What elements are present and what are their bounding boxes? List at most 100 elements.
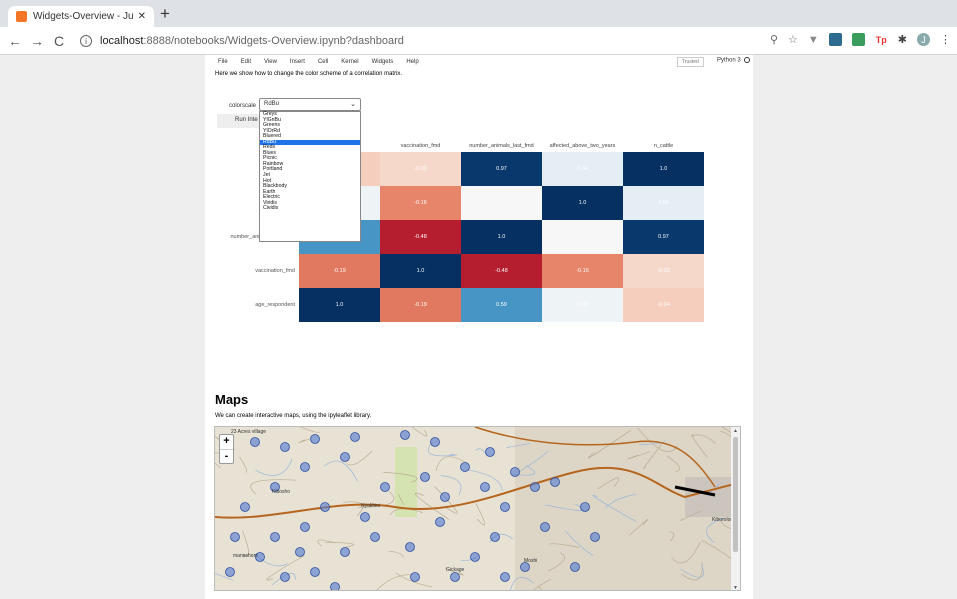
map-tiles[interactable] <box>215 427 741 591</box>
map-marker[interactable] <box>540 522 550 532</box>
map-marker[interactable] <box>450 572 460 582</box>
heatmap-cell[interactable]: -0.48 <box>380 220 461 254</box>
menu-widgets[interactable]: Widgets <box>372 59 394 65</box>
map-marker[interactable] <box>225 567 235 577</box>
heatmap-cell[interactable]: 0.02 <box>542 288 623 322</box>
new-tab-button[interactable]: + <box>160 4 170 24</box>
scrollbar-thumb[interactable] <box>733 437 738 552</box>
forward-icon[interactable]: → <box>26 33 48 49</box>
heatmap-cell[interactable]: -0.19 <box>299 254 380 288</box>
output-scrollbar[interactable]: ▲ ▼ <box>731 427 740 590</box>
map-marker[interactable] <box>550 477 560 487</box>
reload-icon[interactable]: C <box>48 33 70 49</box>
map-marker[interactable] <box>435 517 445 527</box>
menu-view[interactable]: View <box>264 59 277 65</box>
heatmap-cell[interactable]: -0.48 <box>461 254 542 288</box>
map-marker[interactable] <box>580 502 590 512</box>
map-marker[interactable] <box>320 502 330 512</box>
heatmap-cell[interactable]: 1.0 <box>623 152 704 186</box>
extension-icon[interactable] <box>851 33 865 46</box>
map-marker[interactable] <box>295 547 305 557</box>
map-marker[interactable] <box>330 582 340 592</box>
map-marker[interactable] <box>280 572 290 582</box>
map-marker[interactable] <box>500 572 510 582</box>
map-marker[interactable] <box>370 532 380 542</box>
back-icon[interactable]: ← <box>4 33 26 49</box>
scroll-down-icon[interactable]: ▼ <box>733 585 738 590</box>
menu-edit[interactable]: Edit <box>241 59 251 65</box>
heatmap-cell[interactable]: 0.04 <box>623 186 704 220</box>
heatmap-cell[interactable]: -0.04 <box>623 288 704 322</box>
leaflet-map[interactable]: 23 Acres village + - Nyakhini Gickage Mo… <box>214 426 741 591</box>
map-marker[interactable] <box>300 462 310 472</box>
heatmap-cell[interactable] <box>542 220 623 254</box>
zoom-icon[interactable]: ⚲ <box>770 33 778 46</box>
menu-cell[interactable]: Cell <box>318 59 328 65</box>
map-marker[interactable] <box>310 567 320 577</box>
map-marker[interactable] <box>310 434 320 444</box>
heatmap-cell[interactable]: 1.0 <box>461 220 542 254</box>
map-marker[interactable] <box>500 502 510 512</box>
map-marker[interactable] <box>350 432 360 442</box>
heatmap-cell[interactable]: 0.97 <box>623 220 704 254</box>
zoom-out-button[interactable]: - <box>220 449 233 463</box>
heatmap-cell[interactable]: -0.16 <box>380 186 461 220</box>
map-marker[interactable] <box>280 442 290 452</box>
menu-dots-icon[interactable]: ⋮ <box>940 33 951 46</box>
colorscale-option[interactable]: Cividis <box>260 206 360 212</box>
heatmap-cell[interactable]: 0.59 <box>461 288 542 322</box>
map-marker[interactable] <box>590 532 600 542</box>
map-marker[interactable] <box>470 552 480 562</box>
close-tab-icon[interactable]: ✕ <box>138 11 146 22</box>
heatmap-cell[interactable]: 1.0 <box>380 254 461 288</box>
heatmap-cell[interactable]: -0.16 <box>542 254 623 288</box>
map-marker[interactable] <box>270 532 280 542</box>
map-marker[interactable] <box>490 532 500 542</box>
profile-avatar-icon[interactable]: J <box>917 33 930 46</box>
heatmap-cell[interactable] <box>461 186 542 220</box>
heatmap-cell[interactable]: -0.19 <box>380 288 461 322</box>
menu-kernel[interactable]: Kernel <box>341 59 358 65</box>
browser-tab[interactable]: Widgets-Overview - Jupyter N ✕ <box>8 6 154 27</box>
map-marker[interactable] <box>440 492 450 502</box>
menu-insert[interactable]: Insert <box>290 59 305 65</box>
map-marker[interactable] <box>340 452 350 462</box>
map-marker[interactable] <box>380 482 390 492</box>
map-marker[interactable] <box>530 482 540 492</box>
map-marker[interactable] <box>485 447 495 457</box>
map-marker[interactable] <box>410 572 420 582</box>
heatmap-cell[interactable]: -0.03 <box>380 152 461 186</box>
heatmap-cell[interactable]: 1.0 <box>299 288 380 322</box>
map-marker[interactable] <box>240 502 250 512</box>
map-marker[interactable] <box>300 522 310 532</box>
map-marker[interactable] <box>570 562 580 572</box>
heatmap-cell[interactable]: 0.04 <box>542 152 623 186</box>
map-marker[interactable] <box>480 482 490 492</box>
tp-extension-icon[interactable]: Tp <box>875 33 888 46</box>
map-marker[interactable] <box>360 512 370 522</box>
trusted-badge[interactable]: Trusted <box>677 57 704 67</box>
extension-icon[interactable] <box>828 33 842 46</box>
menu-help[interactable]: Help <box>406 59 418 65</box>
map-marker[interactable] <box>420 472 430 482</box>
map-marker[interactable] <box>250 437 260 447</box>
address-bar[interactable]: i localhost:8888/notebooks/Widgets-Overv… <box>80 32 404 50</box>
info-icon[interactable]: i <box>80 35 92 47</box>
map-marker[interactable] <box>340 547 350 557</box>
run-interact-button[interactable]: Run Inte <box>217 114 261 128</box>
heatmap-cell[interactable]: 1.0 <box>542 186 623 220</box>
scroll-up-icon[interactable]: ▲ <box>733 428 738 434</box>
map-marker[interactable] <box>510 467 520 477</box>
map-marker[interactable] <box>230 532 240 542</box>
heatmap-cell[interactable]: -0.03 <box>623 254 704 288</box>
map-marker[interactable] <box>400 430 410 440</box>
puzzle-extensions-icon[interactable]: ✱ <box>898 33 907 46</box>
heatmap-cell[interactable]: 0.97 <box>461 152 542 186</box>
bookmark-star-icon[interactable]: ☆ <box>788 33 798 46</box>
zoom-in-button[interactable]: + <box>220 435 233 449</box>
vue-devtools-icon[interactable]: ▼ <box>808 34 819 46</box>
colorscale-select[interactable]: RdBu ⌄ <box>259 98 361 111</box>
menu-file[interactable]: File <box>218 59 228 65</box>
map-marker[interactable] <box>460 462 470 472</box>
map-marker[interactable] <box>430 437 440 447</box>
